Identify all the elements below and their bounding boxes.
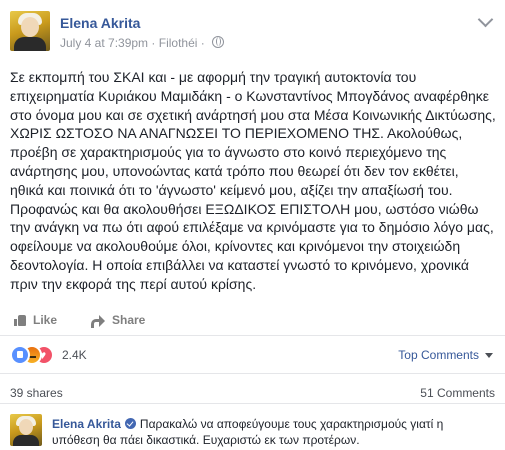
- meta-separator: ·: [151, 36, 156, 50]
- avatar-face: [21, 17, 39, 37]
- divider: [0, 373, 505, 374]
- post-meta: July 4 at 7:39pm · Filothéi ·: [60, 36, 225, 50]
- share-label: Share: [112, 313, 146, 327]
- divider: [0, 335, 505, 336]
- avatar-body: [13, 435, 39, 446]
- comment-body: Elena Akrita Παρακαλώ να αποφεύγουμε τους…: [52, 416, 492, 448]
- post-date[interactable]: July 4 at 7:39pm: [60, 36, 148, 50]
- reactions-bar: 2.4K Top Comments: [10, 345, 495, 365]
- like-button[interactable]: Like: [14, 313, 57, 327]
- author-avatar[interactable]: [10, 11, 50, 51]
- post-actions: Like Share: [10, 309, 495, 333]
- verified-badge-icon: [124, 418, 136, 429]
- post-body: Σε εκπομπή του ΣΚΑΙ και - με αφορμή την …: [10, 69, 496, 292]
- divider: [0, 403, 505, 404]
- reaction-count[interactable]: 2.4K: [62, 348, 87, 362]
- meta-separator-2: ·: [200, 36, 205, 50]
- post-location[interactable]: Filothéi: [159, 36, 198, 50]
- avatar-face: [19, 419, 33, 435]
- comment-item: Elena Akrita Παρακαλώ να αποφεύγουμε τους…: [10, 414, 495, 450]
- share-arrow-icon: [91, 314, 105, 328]
- share-button[interactable]: Share: [91, 313, 146, 328]
- shares-count[interactable]: 39 shares: [10, 386, 63, 400]
- post-header: Elena Akrita July 4 at 7:39pm · Filothéi…: [10, 11, 495, 55]
- like-label: Like: [33, 313, 58, 327]
- thumbs-up-icon: [14, 314, 26, 326]
- avatar-body: [14, 37, 46, 51]
- chevron-down-icon[interactable]: [477, 11, 494, 28]
- top-comments-label: Top Comments: [398, 348, 479, 362]
- top-comments-dropdown[interactable]: Top Comments: [398, 348, 493, 362]
- comment-author[interactable]: Elena Akrita: [52, 417, 121, 431]
- author-name[interactable]: Elena Akrita: [60, 15, 140, 31]
- comments-count[interactable]: 51 Comments: [420, 386, 495, 400]
- caret-down-icon: [485, 353, 493, 358]
- comment-avatar[interactable]: [10, 414, 42, 446]
- like-reaction-icon[interactable]: [10, 345, 30, 365]
- globe-icon[interactable]: [212, 36, 225, 48]
